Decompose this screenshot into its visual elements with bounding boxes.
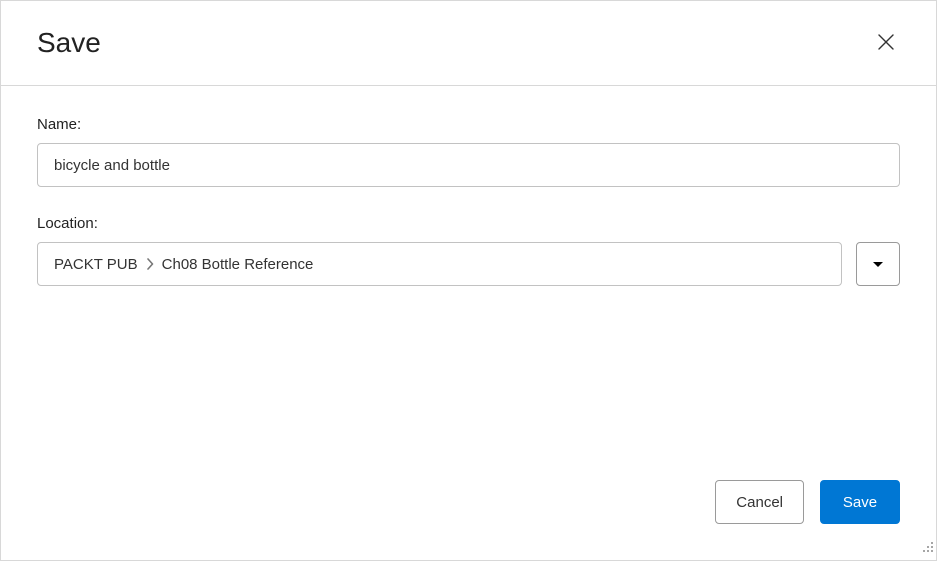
location-row: PACKT PUB Ch08 Bottle Reference [37,242,900,286]
dialog-body: Name: Location: PACKT PUB Ch08 Bottle Re… [1,86,936,480]
breadcrumb-segment: PACKT PUB [54,256,138,273]
location-dropdown-button[interactable] [856,242,900,286]
dialog-header: Save [1,1,936,86]
dialog-title: Save [37,27,101,59]
location-field-group: Location: PACKT PUB Ch08 Bottle Referenc… [37,215,900,286]
location-label: Location: [37,215,900,232]
close-icon [876,32,896,55]
name-input[interactable] [37,143,900,187]
breadcrumb-segment: Ch08 Bottle Reference [162,256,314,273]
save-dialog: Save Name: Location: PACKT PUB Ch08 Bott… [0,0,937,561]
name-field-group: Name: [37,116,900,187]
close-button[interactable] [872,28,900,59]
caret-down-icon [872,257,884,272]
dialog-footer: Cancel Save [1,480,936,560]
chevron-right-icon [146,258,154,270]
save-button[interactable]: Save [820,480,900,524]
cancel-button[interactable]: Cancel [715,480,804,524]
location-input[interactable]: PACKT PUB Ch08 Bottle Reference [37,242,842,286]
name-label: Name: [37,116,900,133]
